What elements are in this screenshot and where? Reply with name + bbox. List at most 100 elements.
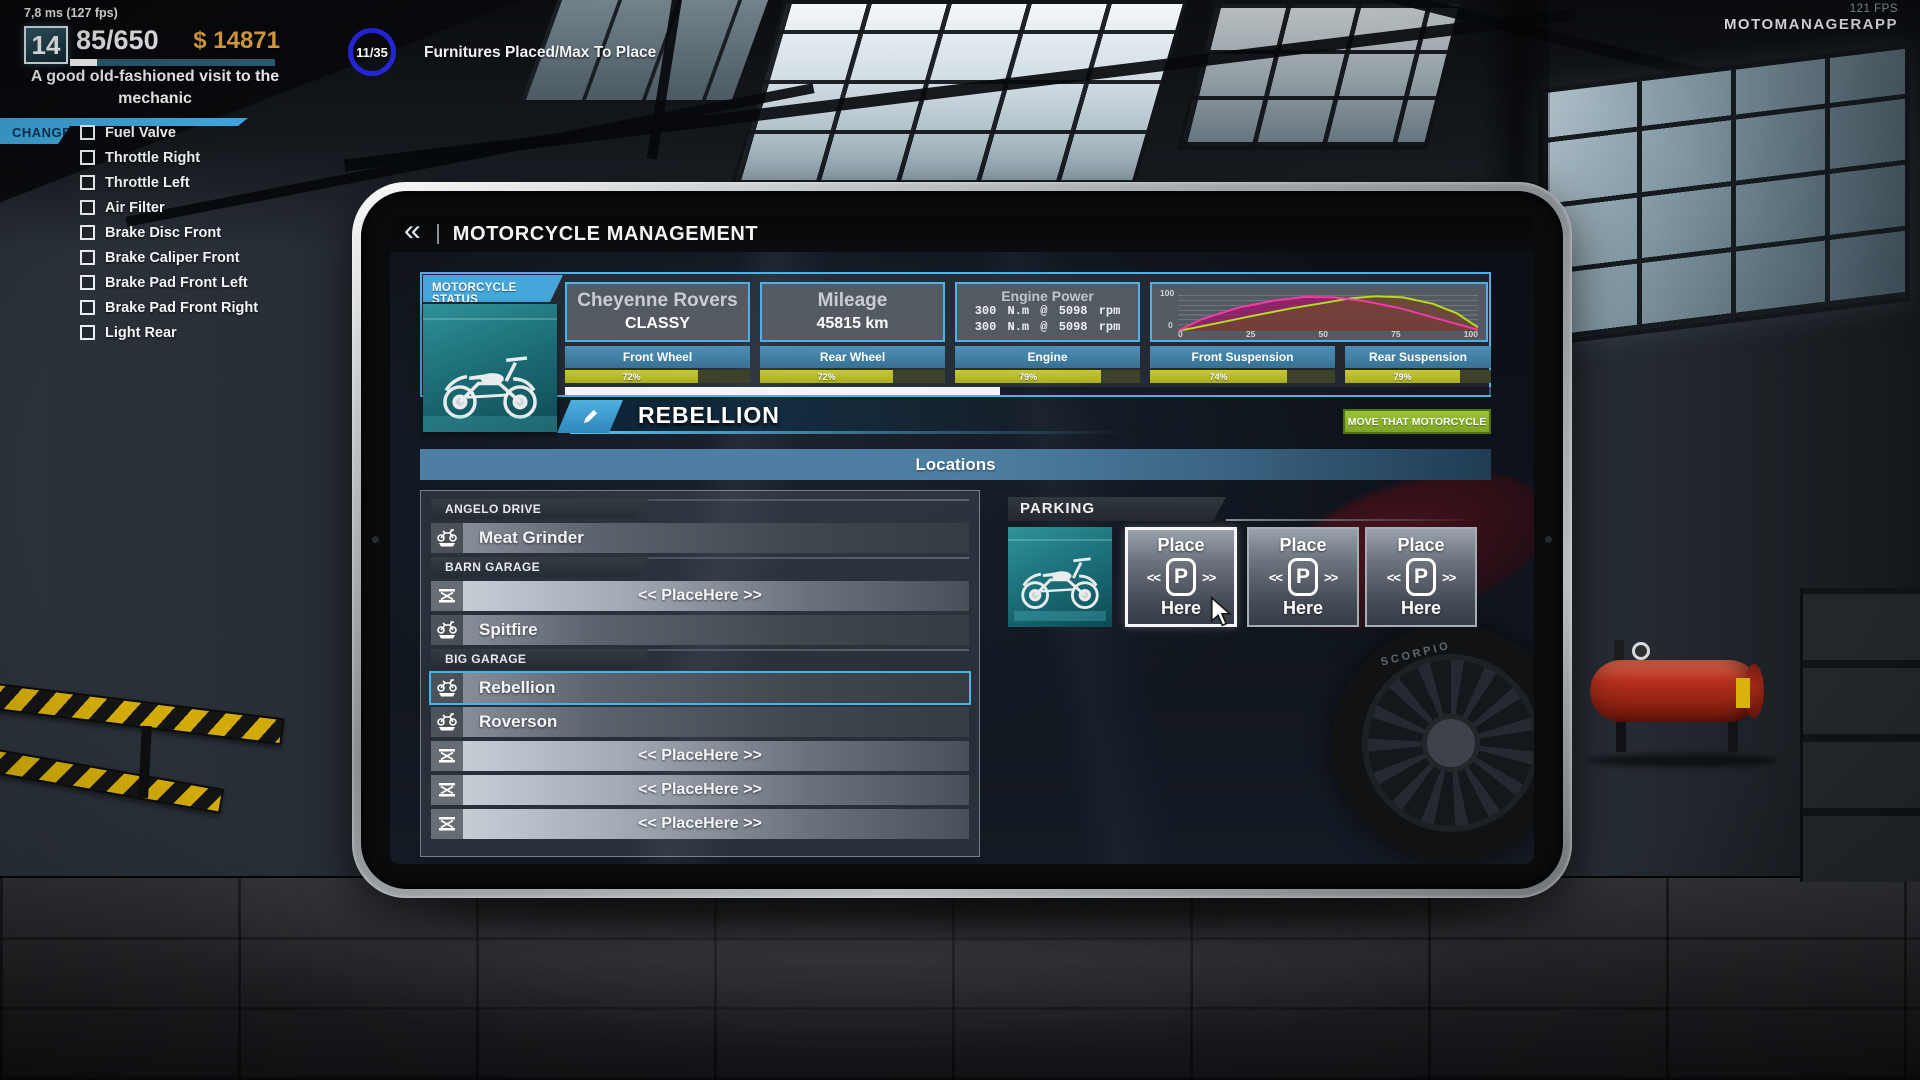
checklist-item: Light Rear [80,320,258,345]
place-label: Place [1397,535,1444,556]
checklist-item-label: Fuel Valve [105,125,176,141]
checklist-item: Brake Pad Front Right [80,295,258,320]
location-empty-slot[interactable]: << PlaceHere >> [431,775,969,805]
mileage-title: Mileage [818,291,888,312]
parking-place-here-slot-3[interactable]: Place << P >> Here [1365,527,1477,627]
bike-name-underline [570,431,1130,434]
xp-progress-fill [70,59,97,66]
x-tick: 75 [1391,329,1400,339]
checkbox-icon [80,150,95,165]
checklist-item-label: Brake Disc Front [105,225,221,241]
place-label: Place [1157,535,1204,556]
parking-icon: P [1406,558,1436,596]
checkbox-icon [80,125,95,140]
power-curves-plot [1178,291,1478,331]
compressor-leg [1728,720,1738,752]
condition-fill: 72% [760,370,893,383]
engine-power-panel: Engine Power 300 N.m @ 5098 rpm 300 N.m … [955,282,1140,342]
part-button-front-wheel[interactable]: Front Wheel [565,346,750,368]
fps-counter: 121 FPS [1850,3,1898,15]
checklist-item: Brake Disc Front [80,220,258,245]
place-here-label: << PlaceHere >> [463,747,937,765]
condition-bar-front-suspension: 74% [1150,370,1335,383]
back-button[interactable]: « [404,218,421,250]
group-name: BARN GARAGE [431,557,649,577]
checklist-item: Brake Caliper Front [80,245,258,270]
motorcycle-status-tab: MOTORCYCLE STATUS [423,275,563,302]
part-label: Rear Wheel [820,350,885,364]
location-group-header: ANGELO DRIVE [431,499,969,519]
checkbox-icon [80,175,95,190]
app-name-watermark: MOTOMANAGERAPP [1724,16,1898,33]
x-tick: 100 [1464,329,1478,339]
garage-scene: 7,8 ms (127 fps) 14 85/650 $ 14871 A goo… [0,0,1920,1080]
part-label: Front Wheel [623,350,692,364]
parking-slot-occupied-thumbnail[interactable] [1008,527,1112,627]
skylight-window [1177,0,1464,150]
motorcycle-lift-icon [431,523,463,553]
pencil-icon [582,408,599,425]
location-slot-meat-grinder[interactable]: Meat Grinder [431,523,969,553]
lift-icon [431,775,463,805]
mission-checklist: Fuel Valve Throttle Right Throttle Left … [80,120,258,345]
checklist-item: Brake Pad Front Left [80,270,258,295]
tablet-device: SCORPIO « MOTORCYCLE MANAGEMENT MOTORCYC… [352,182,1572,898]
wall-window-grid [1538,43,1910,347]
power-curve-chart: 100 0 0 25 50 75 100 [1150,282,1488,342]
checklist-item-label: Light Rear [105,325,177,341]
bike-brand: Cheyenne Rovers [577,291,738,312]
header-divider [437,224,439,244]
motorcycle-lift-icon [431,707,463,737]
mileage-value: 45815 km [816,315,888,333]
location-slot-roverson[interactable]: Roverson [431,707,969,737]
app-header: « MOTORCYCLE MANAGEMENT [390,216,1534,252]
parking-place-here-slot-2[interactable]: Place << P >> Here [1247,527,1359,627]
location-empty-slot[interactable]: << PlaceHere >> [431,581,969,611]
mission-title: A good old-fashioned visit to the mechan… [0,66,310,109]
group-name: ANGELO DRIVE [431,499,649,519]
place-here-label: << PlaceHere >> [463,781,937,799]
x-tick: 0 [1178,329,1183,339]
status-scrollbar-thumb[interactable] [565,387,1000,395]
engine-power-title: Engine Power [1001,289,1094,304]
air-compressor [1588,634,1778,768]
move-motorcycle-button[interactable]: MOVE THAT MOTORCYCLE [1343,409,1491,434]
location-slot-rebellion-selected[interactable]: Rebellion [431,673,969,703]
status-scrollbar[interactable] [565,387,1491,395]
location-empty-slot[interactable]: << PlaceHere >> [431,809,969,839]
part-button-engine[interactable]: Engine [955,346,1140,368]
part-button-rear-wheel[interactable]: Rear Wheel [760,346,945,368]
parked-motorcycle-image [1012,534,1108,620]
hazard-stripe-rail [0,747,224,813]
y-axis-max-label: 100 [1160,288,1174,298]
condition-bar-rear-wheel: 72% [760,370,945,383]
here-label: Here [1401,598,1441,619]
x-tick: 25 [1246,329,1255,339]
condition-fill: 74% [1150,370,1287,383]
checklist-item: Fuel Valve [80,120,258,145]
bike-model-panel: Cheyenne Rovers CLASSY [565,282,750,342]
mouse-cursor-icon [1208,596,1234,633]
part-button-front-suspension[interactable]: Front Suspension [1150,346,1335,368]
parking-icon: P [1166,558,1196,596]
checkbox-icon [80,200,95,215]
part-button-rear-suspension[interactable]: Rear Suspension [1345,346,1491,368]
furniture-counter-badge: 11/35 [348,28,396,76]
parking-icon: P [1288,558,1318,596]
left-arrows: << [1269,570,1282,585]
slot-bike-name: Spitfire [479,620,538,640]
engine-power-line2: 300 N.m @ 5098 rpm [975,320,1121,336]
page-title: MOTORCYCLE MANAGEMENT [453,223,759,246]
checklist-item-label: Throttle Right [105,150,200,166]
location-empty-slot[interactable]: << PlaceHere >> [431,741,969,771]
lift-icon [431,741,463,771]
bike-model: CLASSY [625,315,690,333]
compressor-shadow [1588,754,1778,767]
slot-bike-name: Rebellion [479,678,556,698]
place-label: Place [1279,535,1326,556]
slot-bike-name: Meat Grinder [479,528,584,548]
location-slot-spitfire[interactable]: Spitfire [431,615,969,645]
checklist-item-label: Brake Pad Front Left [105,275,248,291]
compressor-tank [1590,660,1760,722]
compressor-gauge [1632,642,1650,660]
